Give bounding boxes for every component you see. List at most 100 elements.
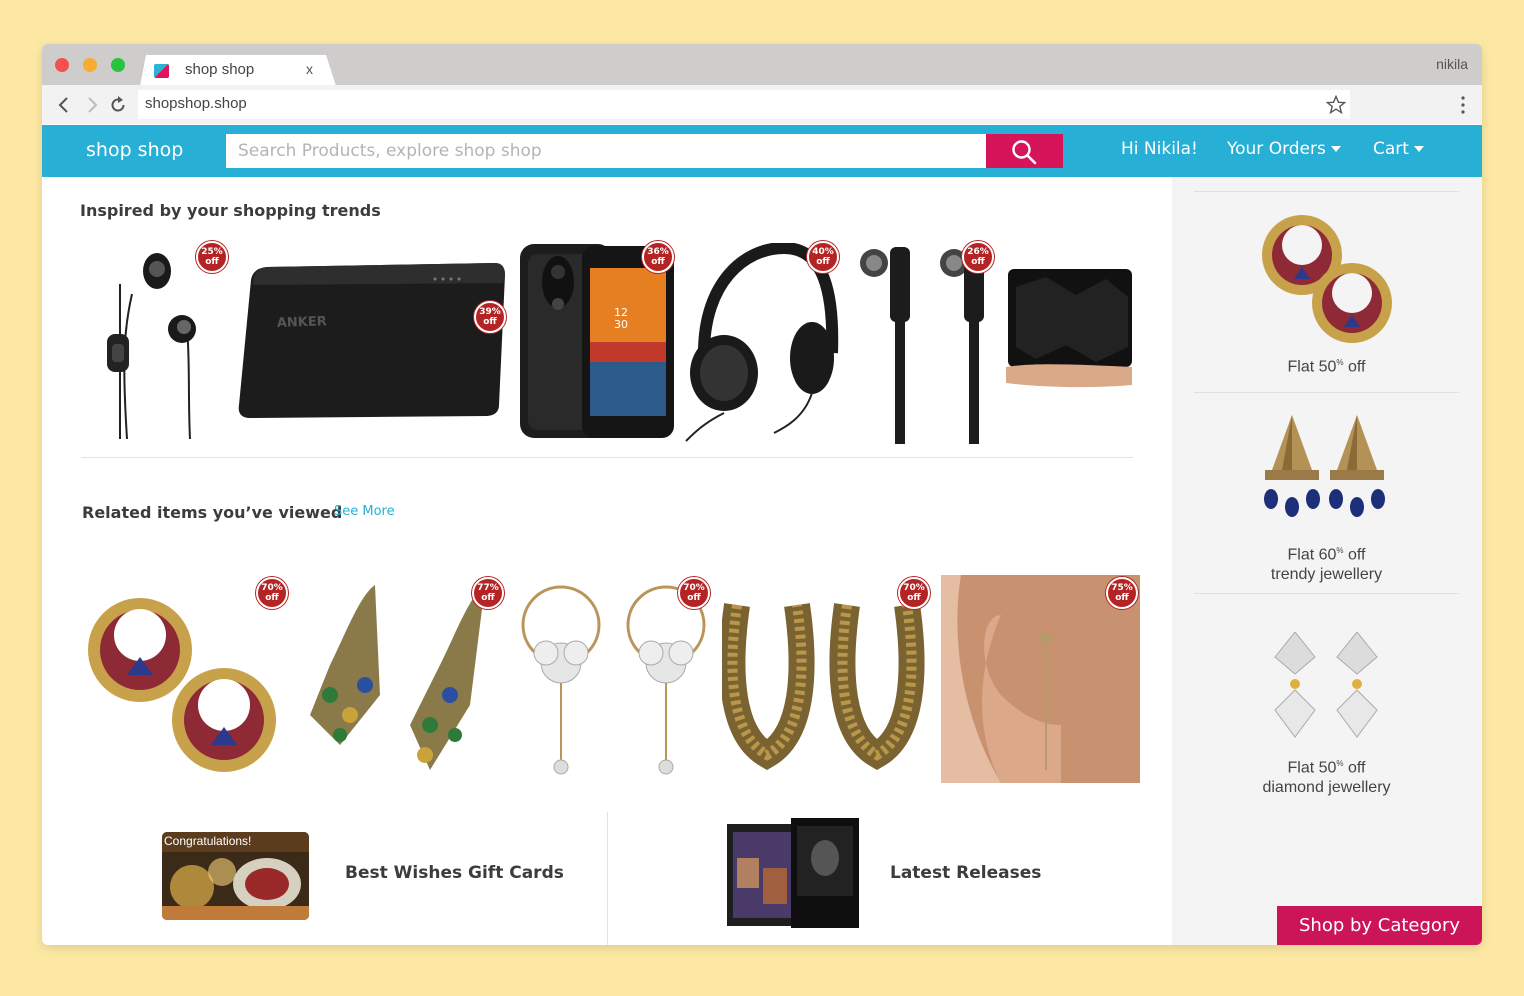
discount-badge: 36% off	[642, 241, 674, 273]
badge-off: off	[687, 593, 701, 603]
product-power-bank[interactable]: ANKER	[237, 255, 507, 425]
product-threader-earring[interactable]	[941, 575, 1140, 783]
dvd-box-icon	[727, 818, 859, 928]
promo-sup: %	[1336, 546, 1344, 555]
svg-text:ANKER: ANKER	[277, 314, 327, 331]
promo-diamond-earrings[interactable]	[1267, 631, 1387, 742]
peacock-earrings-icon	[310, 585, 485, 770]
sidebar-divider	[1194, 392, 1459, 393]
badge-percent: 25%	[201, 247, 223, 257]
promo-off: off	[1343, 546, 1366, 564]
gift-cards-link[interactable]: Best Wishes Gift Cards	[345, 863, 564, 883]
trends-title: Inspired by your shopping trends	[80, 201, 381, 220]
badge-off: off	[816, 257, 830, 267]
back-arrow-icon[interactable]	[54, 95, 74, 115]
search-input[interactable]	[226, 134, 986, 168]
product-gold-bead-earrings[interactable]	[719, 575, 932, 783]
see-more-link[interactable]: See More	[334, 504, 395, 519]
product-speaker[interactable]	[1006, 267, 1132, 397]
badge-off: off	[651, 257, 665, 267]
threader-earring-icon	[941, 575, 1140, 783]
badge-percent: 40%	[812, 247, 834, 257]
browser-tab[interactable]: shop shop x	[140, 55, 336, 86]
discount-badge: 39% off	[474, 301, 506, 333]
promo-sidebar: Flat 50% off Flat 60% off trendy jeweller…	[1172, 177, 1482, 945]
menu-kebab-icon[interactable]	[1460, 95, 1466, 115]
promo-percent: Flat 60	[1287, 546, 1337, 564]
in-ear-earphones-icon	[860, 247, 984, 444]
discount-badge: 77% off	[472, 577, 504, 609]
promo-subtitle: diamond jewellery	[1262, 779, 1391, 797]
cart-menu[interactable]: Cart	[1373, 139, 1424, 159]
badge-percent: 70%	[261, 583, 283, 593]
search-icon	[1012, 140, 1037, 165]
badge-off: off	[971, 257, 985, 267]
promo-sup: %	[1336, 358, 1344, 367]
url-field[interactable]: shopshop.shop	[138, 90, 1350, 119]
promo-caption: Flat 60% off trendy jewellery	[1194, 541, 1459, 585]
discount-badge: 75% off	[1106, 577, 1138, 609]
browser-window: shop shop x nikila shopshop.shop shop sh…	[42, 44, 1482, 945]
gift-card-image[interactable]: Congratulations!	[162, 832, 309, 920]
user-greeting[interactable]: Hi Nikila!	[1121, 139, 1198, 159]
product-headphones[interactable]	[684, 241, 840, 443]
vertical-divider	[607, 812, 608, 945]
power-bank-icon: ANKER	[238, 263, 505, 418]
badge-percent: 77%	[477, 583, 499, 593]
headphones-icon	[685, 241, 839, 442]
chevron-down-icon	[1330, 146, 1341, 152]
product-hoop-earrings[interactable]	[82, 575, 290, 783]
hoop-earrings-icon	[1262, 215, 1392, 343]
trendy-earrings-icon	[1264, 415, 1385, 517]
promo-sup: %	[1336, 759, 1344, 768]
promo-off: off	[1343, 358, 1366, 376]
section-divider	[81, 457, 1133, 458]
promo-trendy-earrings[interactable]	[1257, 415, 1397, 530]
promo-hoop-earrings[interactable]	[1244, 203, 1394, 343]
favicon-icon	[154, 64, 169, 78]
minimize-window-button[interactable]	[83, 58, 97, 72]
diamond-earrings-icon	[1274, 631, 1378, 738]
forward-arrow-icon[interactable]	[82, 95, 102, 115]
sidebar-divider	[1194, 593, 1459, 594]
promo-percent: Flat 50	[1287, 759, 1337, 777]
sidebar-divider	[1194, 191, 1459, 192]
shop-by-category-button[interactable]: Shop by Category	[1277, 906, 1482, 945]
promo-caption: Flat 50% off diamond jewellery	[1194, 754, 1459, 798]
main-content: Inspired by your shopping trends 25% off …	[42, 177, 1172, 945]
bookmark-star-icon[interactable]	[1326, 95, 1346, 115]
badge-percent: 39%	[479, 307, 501, 317]
your-orders-menu[interactable]: Your Orders	[1227, 139, 1341, 159]
tab-close-button[interactable]: x	[306, 61, 313, 77]
svg-text:30: 30	[614, 318, 628, 331]
promo-caption: Flat 50% off	[1194, 353, 1459, 377]
latest-releases-link[interactable]: Latest Releases	[890, 863, 1041, 883]
your-orders-label: Your Orders	[1227, 139, 1326, 159]
promo-off: off	[1343, 759, 1366, 777]
product-peacock-earrings[interactable]	[300, 575, 505, 783]
gold-bead-earrings-icon	[719, 603, 925, 770]
discount-badge: 40% off	[807, 241, 839, 273]
badge-percent: 75%	[1111, 583, 1133, 593]
badge-percent: 36%	[647, 247, 669, 257]
cart-label: Cart	[1373, 139, 1409, 159]
discount-badge: 70% off	[256, 577, 288, 609]
maximize-window-button[interactable]	[111, 58, 125, 72]
search-button[interactable]	[986, 134, 1063, 168]
close-window-button[interactable]	[55, 58, 69, 72]
promo-percent: Flat 50	[1287, 358, 1337, 376]
product-phone-case[interactable]: 12 30	[518, 242, 676, 482]
chevron-down-icon	[1413, 146, 1424, 152]
site-logo[interactable]: shop shop	[86, 139, 183, 161]
related-title: Related items you’ve viewed	[82, 503, 343, 522]
promo-subtitle: trendy jewellery	[1270, 566, 1383, 584]
profile-name[interactable]: nikila	[1436, 56, 1468, 72]
latest-releases-image[interactable]	[727, 818, 859, 931]
product-in-ear-earphones[interactable]	[854, 241, 984, 446]
product-earphones[interactable]	[102, 239, 212, 444]
discount-badge: 25% off	[196, 241, 228, 273]
reload-icon[interactable]	[108, 95, 128, 115]
hoop-earrings-icon	[88, 598, 276, 772]
badge-off: off	[481, 593, 495, 603]
badge-off: off	[1115, 593, 1129, 603]
